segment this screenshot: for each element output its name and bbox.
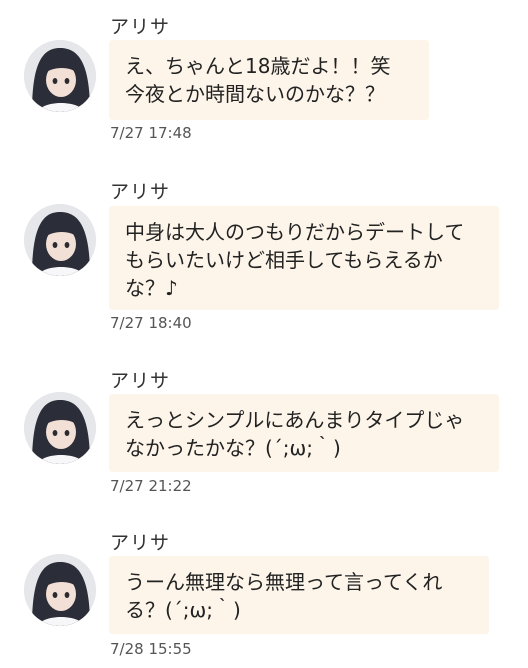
message-bubble: うーん無理なら無理って言ってくれ る？(´;ω;｀) — [109, 556, 489, 634]
message-timestamp: 7/28 15:55 — [110, 640, 192, 658]
avatar-photo-icon — [24, 40, 96, 112]
avatar[interactable] — [24, 554, 96, 626]
message-bubble: えっとシンプルにあんまりタイプじゃ なかったかな？(´;ω;｀) — [109, 394, 499, 472]
message-timestamp: 7/27 17:48 — [110, 124, 192, 142]
avatar-photo-icon — [24, 554, 96, 626]
avatar[interactable] — [24, 204, 96, 276]
avatar[interactable] — [24, 392, 96, 464]
sender-name: アリサ — [110, 532, 171, 554]
avatar-photo-icon — [24, 204, 96, 276]
message-timestamp: 7/27 18:40 — [110, 314, 192, 332]
sender-name: アリサ — [110, 181, 171, 203]
message-bubble: 中身は大人のつもりだからデートして もらいたいけど相手してもらえるか な？♪ — [109, 206, 499, 310]
sender-name: アリサ — [110, 16, 171, 38]
avatar[interactable] — [24, 40, 96, 112]
message-bubble: え、ちゃんと18歳だよ！！笑 今夜とか時間ないのかな？？ — [109, 40, 429, 120]
avatar-photo-icon — [24, 392, 96, 464]
message-timestamp: 7/27 21:22 — [110, 477, 192, 495]
sender-name: アリサ — [110, 370, 171, 392]
